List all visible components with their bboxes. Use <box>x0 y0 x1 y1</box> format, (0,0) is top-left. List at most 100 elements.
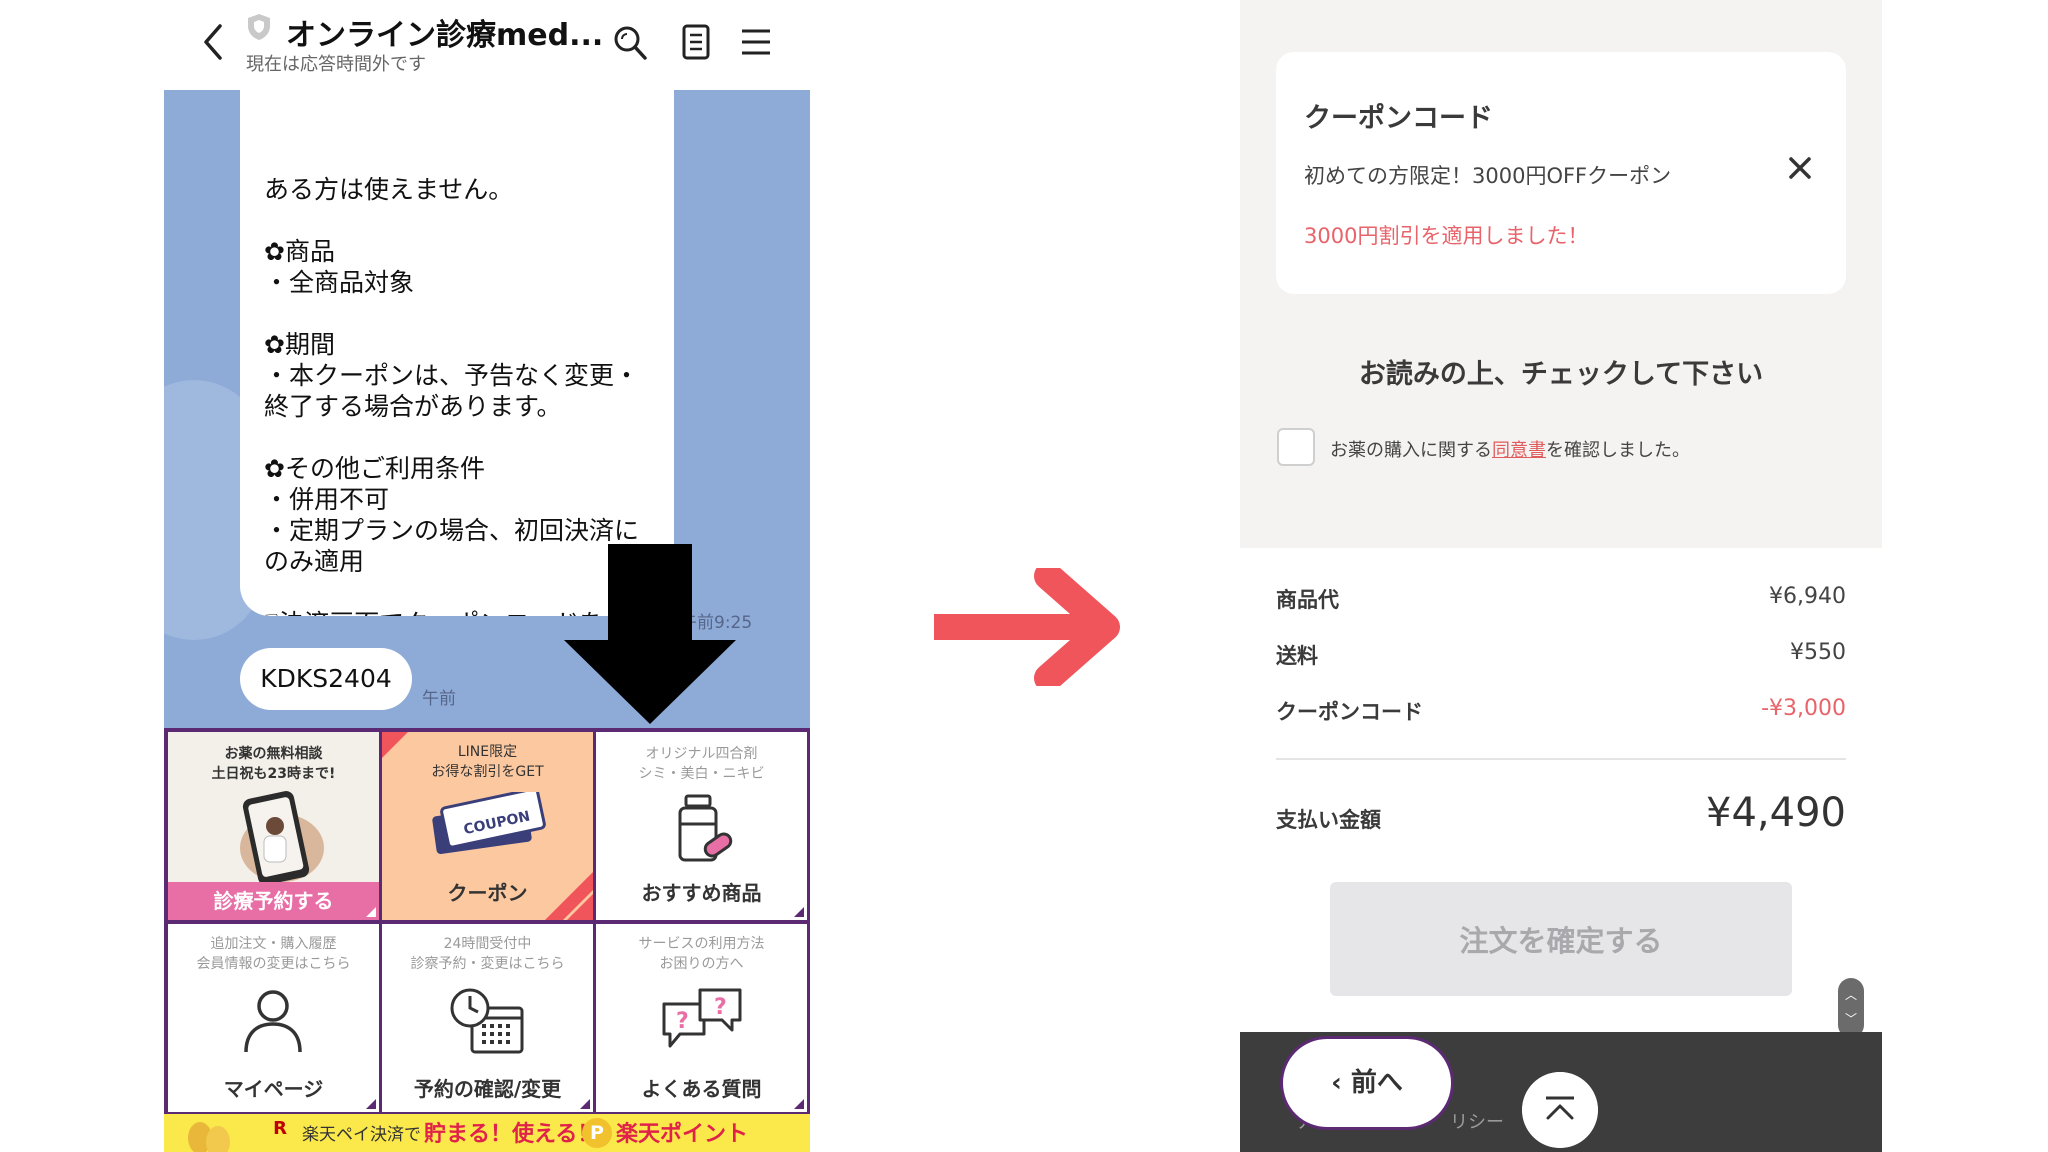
down-arrow-icon <box>564 544 736 724</box>
agreement-suffix: を確認しました。 <box>1546 440 1690 461</box>
banner-text: 楽天ペイ決済で <box>302 1125 421 1145</box>
coupon-title: クーポンコード <box>1304 103 1493 134</box>
corner-triangle-icon <box>366 907 376 917</box>
message-line: ・全商品対象 <box>264 268 415 297</box>
message-line: ・併用不可 <box>264 485 390 514</box>
scroll-up-icon[interactable]: ︿ <box>1838 988 1864 1002</box>
tile-sub-line2: お得な割引をGET <box>431 764 544 780</box>
message-line: 終了する場合があります。 <box>264 392 562 421</box>
tile-label: よくある質問 <box>641 1077 762 1101</box>
footer-text-policy[interactable]: リシー <box>1450 1108 1504 1134</box>
rich-menu-faq[interactable]: サービスの利用方法 お困りの方へ ? ? よくある質問 <box>596 924 807 1112</box>
message-gap <box>264 422 652 453</box>
right-arrow-icon <box>934 568 1120 686</box>
message-line: ・本クーポンは、予告なく変更・ <box>264 361 640 390</box>
close-icon[interactable] <box>1784 152 1816 184</box>
tile-sub-line2: 診察予約・変更はこちら <box>410 956 565 972</box>
agreement-checkbox[interactable] <box>1277 428 1315 466</box>
price-divider <box>1276 758 1846 760</box>
banner-point-text: 楽天ポイント <box>616 1122 749 1147</box>
tile-sub-line1: 24時間受付中 <box>443 936 532 952</box>
medicine-bottle-icon <box>678 794 733 862</box>
price-value: ¥6,940 <box>1769 584 1846 609</box>
corner-triangle-icon <box>580 1099 590 1109</box>
message-line: ✿期間 <box>264 330 335 359</box>
tile-label: 診療予約する <box>213 889 334 913</box>
prev-button[interactable]: ‹ 前へ <box>1280 1036 1454 1130</box>
price-label: 商品代 <box>1276 588 1339 612</box>
coupon-applied-message: 3000円割引を適用しました！ <box>1304 224 1589 248</box>
agreement-label: お薬の購入に関する同意書を確認しました。 <box>1330 436 1690 462</box>
question-bubbles-icon: ? ? <box>662 988 742 1048</box>
calendar-clock-icon <box>450 988 524 1054</box>
scroll-down-icon[interactable]: ﹀ <box>1838 1012 1864 1026</box>
agreement-prefix: お薬の購入に関する <box>1330 440 1492 461</box>
price-value: ¥550 <box>1790 640 1846 665</box>
prev-label: 前へ <box>1350 1068 1403 1098</box>
point-badge-icon: P <box>582 1118 612 1148</box>
scroll-control[interactable]: ︿ ﹀ <box>1838 978 1864 1038</box>
coupon-ticket-icon: COUPON <box>432 792 546 854</box>
corner-triangle-icon <box>794 907 804 917</box>
coupon-code-message[interactable]: KDKS2404 <box>240 648 412 710</box>
code-message-time: 午前 <box>422 689 456 709</box>
scroll-to-top-button[interactable] <box>1522 1072 1598 1148</box>
checkout-screen: クーポンコード 初めての方限定！3000円OFFクーポン 3000円割引を適用し… <box>1240 0 1882 1152</box>
tile-sub-line2: 土日祝も23時まで! <box>211 766 336 782</box>
coupon-card: クーポンコード 初めての方限定！3000円OFFクーポン 3000円割引を適用し… <box>1276 52 1846 294</box>
price-label: クーポンコード <box>1276 700 1423 724</box>
search-icon[interactable] <box>610 20 650 64</box>
rich-menu-mypage[interactable]: 追加注文・購入履歴 会員情報の変更はこちら マイページ <box>168 924 379 1112</box>
price-row-coupon: クーポンコード -¥3,000 <box>1276 696 1846 730</box>
notes-icon[interactable] <box>676 20 716 64</box>
message-gap <box>264 298 652 329</box>
phone-doctor-icon <box>240 791 324 885</box>
coupon-message-bubble: ある方は使えません。 ✿商品 ・全商品対象 ✿期間 ・本クーポンは、予告なく変更・ 終了す… <box>240 90 674 616</box>
svg-text:?: ? <box>676 1009 689 1034</box>
chat-header: オンライン診療med... 現在は応答時間外です <box>164 0 810 90</box>
rich-menu-coupon[interactable]: LINE限定 お得な割引をGET COUPON クーポン <box>382 732 593 920</box>
tile-sub-line1: LINE限定 <box>457 744 518 760</box>
tile-label: クーポン <box>447 881 528 905</box>
price-value: -¥3,000 <box>1761 696 1846 721</box>
message-line: ✿その他ご利用条件 <box>264 454 485 483</box>
person-icon <box>244 990 302 1053</box>
chevron-left-icon: ‹ <box>1331 1068 1351 1098</box>
price-row-subtotal: 商品代 ¥6,940 <box>1276 584 1846 618</box>
total-value: ¥4,490 <box>1706 790 1846 836</box>
banner-highlight: 貯まる！使える！ <box>424 1122 600 1147</box>
tile-label: おすすめ商品 <box>641 881 762 905</box>
chat-status: 現在は応答時間外です <box>246 54 426 75</box>
line-chat-screen: オンライン診療med... 現在は応答時間外です ある方は使えません。 ✿商品 ・全… <box>164 0 810 1152</box>
total-label: 支払い金額 <box>1276 808 1381 832</box>
rich-menu-recommended[interactable]: オリジナル四合剤 シミ・美白・ニキビ おすすめ商品 <box>596 732 807 920</box>
rakuten-logo: R <box>273 1118 287 1139</box>
tile-sub-line2: 会員情報の変更はこちら <box>196 956 351 972</box>
coin-stack-icon <box>188 1122 230 1152</box>
tile-sub-line1: 追加注文・購入履歴 <box>210 936 337 952</box>
price-row-shipping: 送料 ¥550 <box>1276 640 1846 674</box>
price-label: 送料 <box>1276 644 1318 668</box>
tile-sub-line1: お薬の無料相談 <box>224 746 323 762</box>
rich-menu: お薬の無料相談 土日祝も23時まで! 診療予約する LINE限定 お得な割引をG… <box>164 728 810 1114</box>
consent-form-link[interactable]: 同意書 <box>1492 440 1546 461</box>
tile-sub-line2: お困りの方へ <box>659 956 744 972</box>
rakuten-pay-banner[interactable]: R 楽天ペイ決済で 貯まる！使える！ P 楽天ポイント <box>164 1114 810 1152</box>
menu-icon[interactable] <box>736 20 776 64</box>
chat-title: オンライン診療med... <box>286 18 604 53</box>
svg-text:?: ? <box>714 995 727 1020</box>
coupon-agreement-section: クーポンコード 初めての方限定！3000円OFFクーポン 3000円割引を適用し… <box>1240 0 1882 548</box>
tile-label: マイページ <box>223 1077 324 1101</box>
back-arrow-icon[interactable] <box>198 22 228 62</box>
rich-menu-reservation[interactable]: 24時間受付中 診察予約・変更はこちら 予約の確認/変更 <box>382 924 593 1112</box>
confirm-order-button[interactable]: 注文を確定する <box>1330 882 1792 996</box>
corner-triangle-icon <box>794 1099 804 1109</box>
message-gap <box>264 205 652 236</box>
applied-coupon-name: 初めての方限定！3000円OFFクーポン <box>1304 164 1672 188</box>
shield-icon <box>248 14 270 40</box>
message-line: ある方は使えません。 <box>264 175 514 204</box>
rich-menu-booking[interactable]: お薬の無料相談 土日祝も23時まで! 診療予約する <box>168 732 379 920</box>
message-line: ・定期プランの場合、初回決済に <box>264 516 640 545</box>
tile-sub-line1: サービスの利用方法 <box>638 936 765 952</box>
tile-sub-line1: オリジナル四合剤 <box>645 746 758 762</box>
